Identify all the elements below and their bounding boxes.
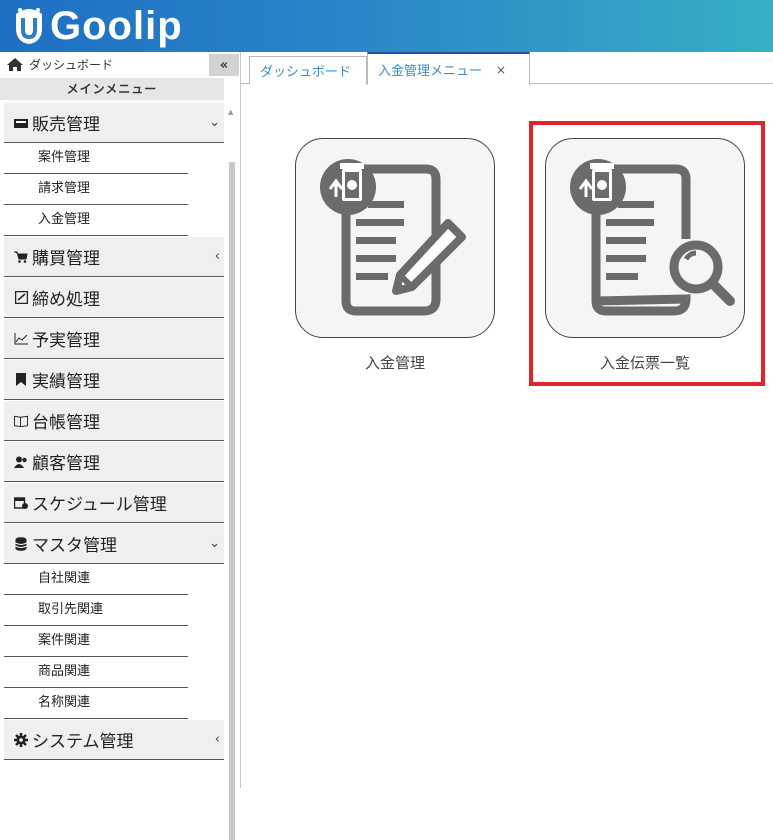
menu-item-product[interactable]: 商品関連: [4, 657, 188, 688]
tab-label: 入金管理メニュー: [378, 64, 483, 79]
menu-group-label: マスタ管理: [32, 536, 117, 556]
book-icon: [14, 414, 28, 428]
logo-icon: [16, 8, 42, 44]
chevron-left-icon: ‹: [214, 249, 220, 264]
chart-icon: [14, 332, 28, 346]
highlight-box: [529, 121, 765, 386]
menu-group-system[interactable]: システム管理 ‹: [4, 720, 224, 760]
chevron-left-icon: ‹: [214, 732, 220, 747]
menu-group-label: 実績管理: [32, 372, 100, 392]
sidebar-top: ダッシュボード «: [0, 52, 240, 78]
bookmark-icon: [14, 373, 28, 387]
menu-group-master[interactable]: マスタ管理 ⌄: [4, 524, 224, 564]
payment-management-card[interactable]: [295, 138, 495, 338]
menu-group-label: 販売管理: [32, 115, 100, 135]
scroll-up-arrow[interactable]: ▲: [228, 108, 233, 116]
menu-group-label: スケジュール管理: [32, 495, 167, 515]
home-icon: [7, 58, 23, 71]
menu-item-payment[interactable]: 入金管理: [4, 205, 188, 236]
cart-icon: [14, 250, 28, 264]
menu-group-budget[interactable]: 予実管理: [4, 319, 224, 359]
dashboard-link-label: ダッシュボード: [29, 58, 114, 72]
menu-group-label: システム管理: [32, 732, 134, 752]
calendar-icon: [14, 496, 28, 510]
database-icon: [14, 536, 28, 551]
payment-edit-icon: [320, 159, 466, 316]
menu-group-ledger[interactable]: 台帳管理: [4, 401, 224, 441]
menu-item-names[interactable]: 名称関連: [4, 688, 188, 719]
app-logo-text: Goolip: [50, 4, 183, 48]
menu-item-partner[interactable]: 取引先関連: [4, 595, 188, 626]
users-icon: [14, 455, 28, 469]
menu-item-project[interactable]: 案件管理: [4, 143, 188, 174]
close-icon[interactable]: ×: [496, 63, 506, 77]
tab-bar: ダッシュボード 入金管理メニュー ×: [241, 52, 773, 85]
collapse-sidebar-button[interactable]: «: [209, 54, 239, 76]
gear-icon: [14, 732, 28, 747]
sidebar-divider: [240, 52, 241, 788]
menu-group-sales[interactable]: 販売管理 ⌄: [4, 103, 224, 143]
menu-title: メインメニュー: [0, 78, 224, 100]
menu-group-results[interactable]: 実績管理: [4, 360, 224, 400]
menu-item-project-master[interactable]: 案件関連: [4, 626, 188, 657]
chevron-down-icon: ⌄: [209, 115, 220, 130]
menu-item-company[interactable]: 自社関連: [4, 564, 188, 595]
app-header: Goolip: [0, 0, 773, 52]
checkbox-icon: [14, 291, 28, 305]
chevron-down-icon: ⌄: [209, 536, 220, 551]
menu-group-label: 顧客管理: [32, 454, 100, 474]
tab-label: ダッシュボード: [260, 65, 352, 80]
dashboard-link[interactable]: ダッシュボード: [6, 56, 113, 73]
tab-dashboard[interactable]: ダッシュボード: [249, 56, 367, 84]
menu-group-schedule[interactable]: スケジュール管理: [4, 483, 224, 523]
menu-group-label: 予実管理: [32, 331, 100, 351]
register-icon: [14, 116, 28, 130]
menu-group-customer[interactable]: 顧客管理: [4, 442, 224, 482]
main-menu: 販売管理 ⌄ 案件管理 請求管理 入金管理 購買管理 ‹ 締め処理 予実管理 実…: [4, 102, 224, 760]
tab-payment-menu[interactable]: 入金管理メニュー ×: [367, 52, 530, 85]
sidebar-scrollbar[interactable]: [229, 162, 235, 840]
menu-group-label: 購買管理: [32, 249, 100, 269]
payment-management-label: 入金管理: [364, 354, 425, 372]
menu-group-label: 台帳管理: [32, 413, 100, 433]
menu-group-label: 締め処理: [32, 290, 100, 310]
menu-group-purchase[interactable]: 購買管理 ‹: [4, 237, 224, 277]
menu-group-closing[interactable]: 締め処理: [4, 278, 224, 318]
menu-item-billing[interactable]: 請求管理: [4, 174, 188, 205]
sidebar: ダッシュボード « メインメニュー 販売管理 ⌄ 案件管理 請求管理 入金管理 …: [0, 52, 240, 840]
